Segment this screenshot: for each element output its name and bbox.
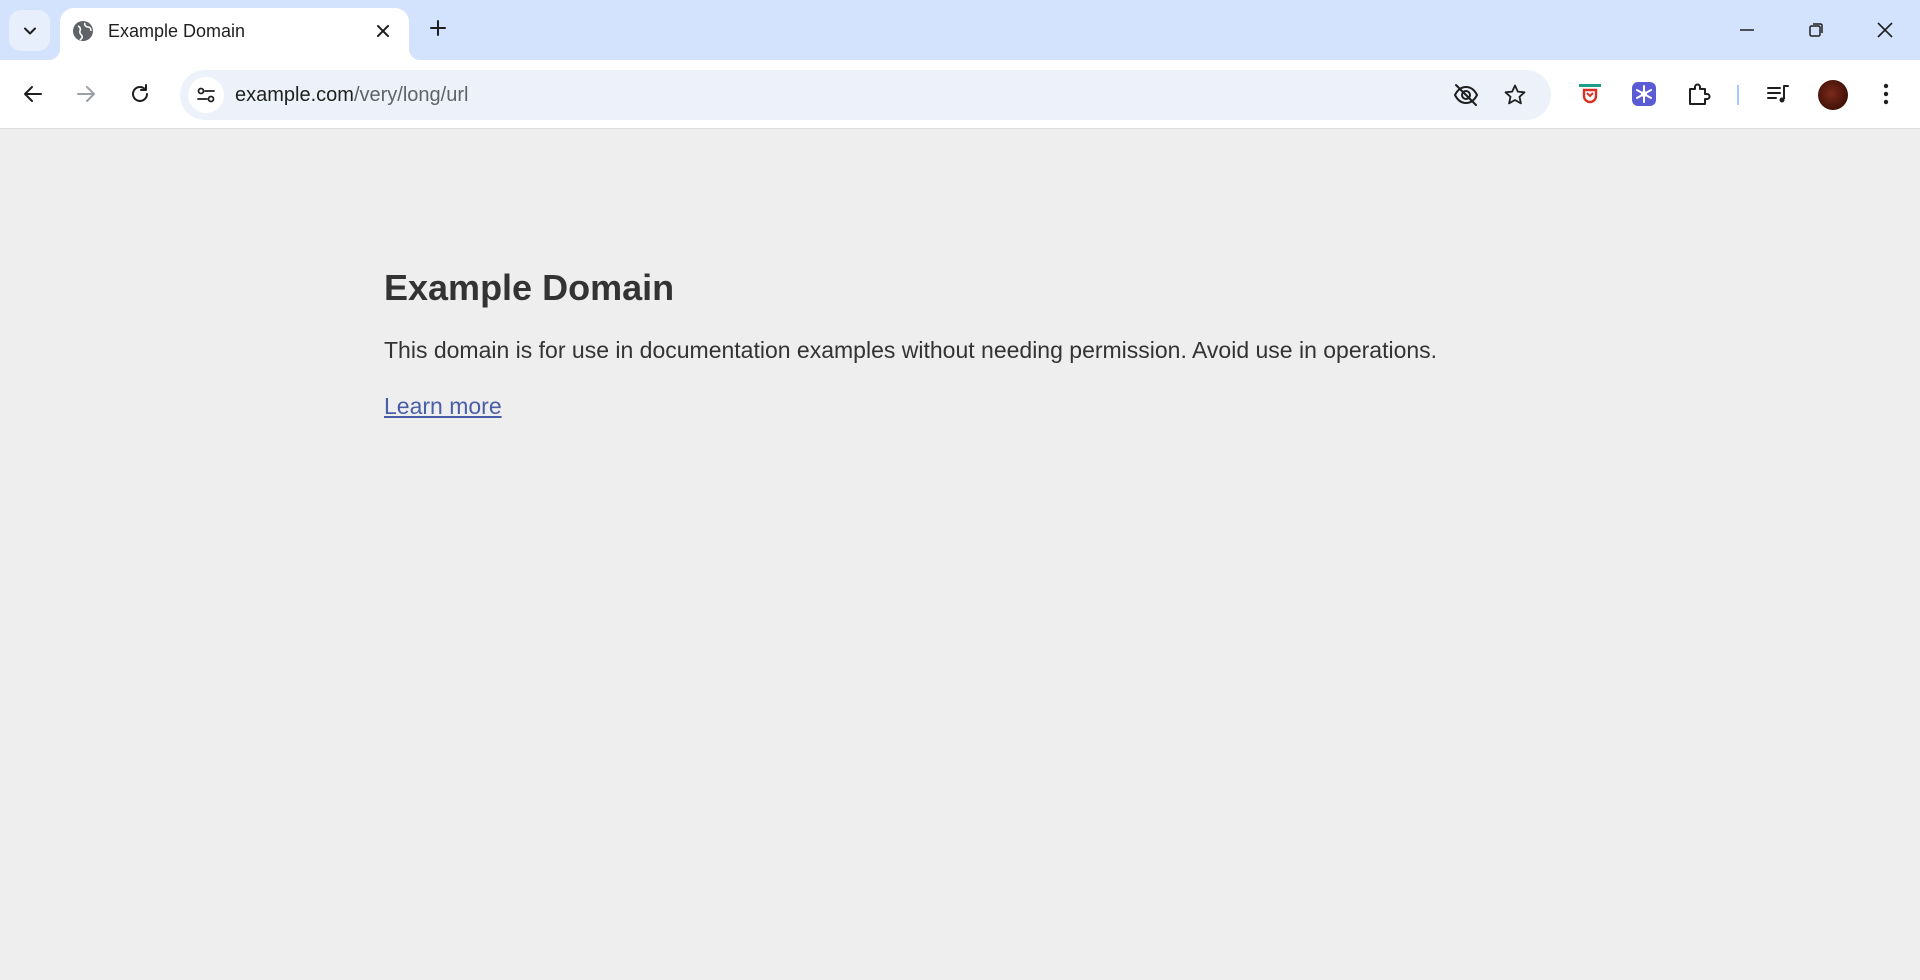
extensions-button[interactable]	[1681, 76, 1717, 112]
pocket-icon	[1579, 84, 1601, 104]
eye-off-icon	[1453, 84, 1479, 106]
url-path: /very/long/url	[353, 84, 469, 106]
profile-avatar[interactable]	[1818, 80, 1848, 110]
browser-window: Example Domain example.com/very/long/url…	[0, 0, 1920, 980]
tune-icon	[197, 87, 215, 103]
minimize-icon	[1740, 29, 1754, 31]
close-icon	[377, 25, 389, 37]
address-bar[interactable]: example.com/very/long/url	[180, 70, 1551, 120]
snowflake-icon	[1632, 82, 1656, 106]
more-vert-icon	[1883, 83, 1889, 105]
minimize-button[interactable]	[1723, 10, 1771, 50]
arrow-left-icon	[24, 86, 42, 102]
page-paragraph: This domain is for use in documentation …	[384, 337, 1438, 363]
toolbar-divider	[1737, 85, 1739, 105]
restore-icon	[1809, 23, 1823, 37]
globe-icon	[73, 21, 93, 41]
back-button[interactable]	[14, 75, 52, 113]
url-host: example.com	[235, 84, 354, 106]
tab-title: Example Domain	[108, 21, 246, 41]
plus-icon	[430, 20, 446, 36]
star-icon	[1504, 84, 1526, 105]
browser-menu-button[interactable]	[1868, 76, 1904, 112]
page-heading: Example Domain	[384, 267, 675, 308]
puzzle-icon	[1689, 83, 1711, 105]
site-info-button[interactable]	[188, 77, 224, 113]
reload-icon	[132, 84, 148, 102]
close-window-button[interactable]	[1861, 10, 1909, 50]
tab-search-button[interactable]	[9, 10, 50, 51]
tab-active[interactable]: Example Domain	[48, 8, 421, 60]
page-content: Example Domain This domain is for use in…	[384, 267, 1536, 421]
chevron-down-icon	[23, 27, 36, 34]
tracking-protection-button[interactable]	[1452, 81, 1480, 109]
arrow-right-icon	[77, 86, 95, 102]
page-viewport: Example Domain This domain is for use in…	[0, 130, 1920, 980]
bookmark-button[interactable]	[1501, 81, 1529, 109]
queue-music-icon	[1767, 85, 1789, 103]
tab-close-button[interactable]	[370, 18, 396, 44]
learn-more-link[interactable]: Learn more	[384, 393, 502, 419]
tab-strip: Example Domain	[0, 0, 1920, 60]
extension-pocket-button[interactable]	[1572, 76, 1608, 112]
extension-snowflake-button[interactable]	[1626, 76, 1662, 112]
new-tab-button[interactable]	[424, 14, 452, 42]
url-text[interactable]: example.com/very/long/url	[235, 83, 468, 107]
reload-button[interactable]	[121, 75, 159, 113]
close-icon	[1877, 22, 1893, 38]
browser-toolbar: example.com/very/long/url	[0, 60, 1920, 129]
forward-button[interactable]	[67, 75, 105, 113]
restore-button[interactable]	[1792, 10, 1840, 50]
media-controls-button[interactable]	[1760, 76, 1796, 112]
